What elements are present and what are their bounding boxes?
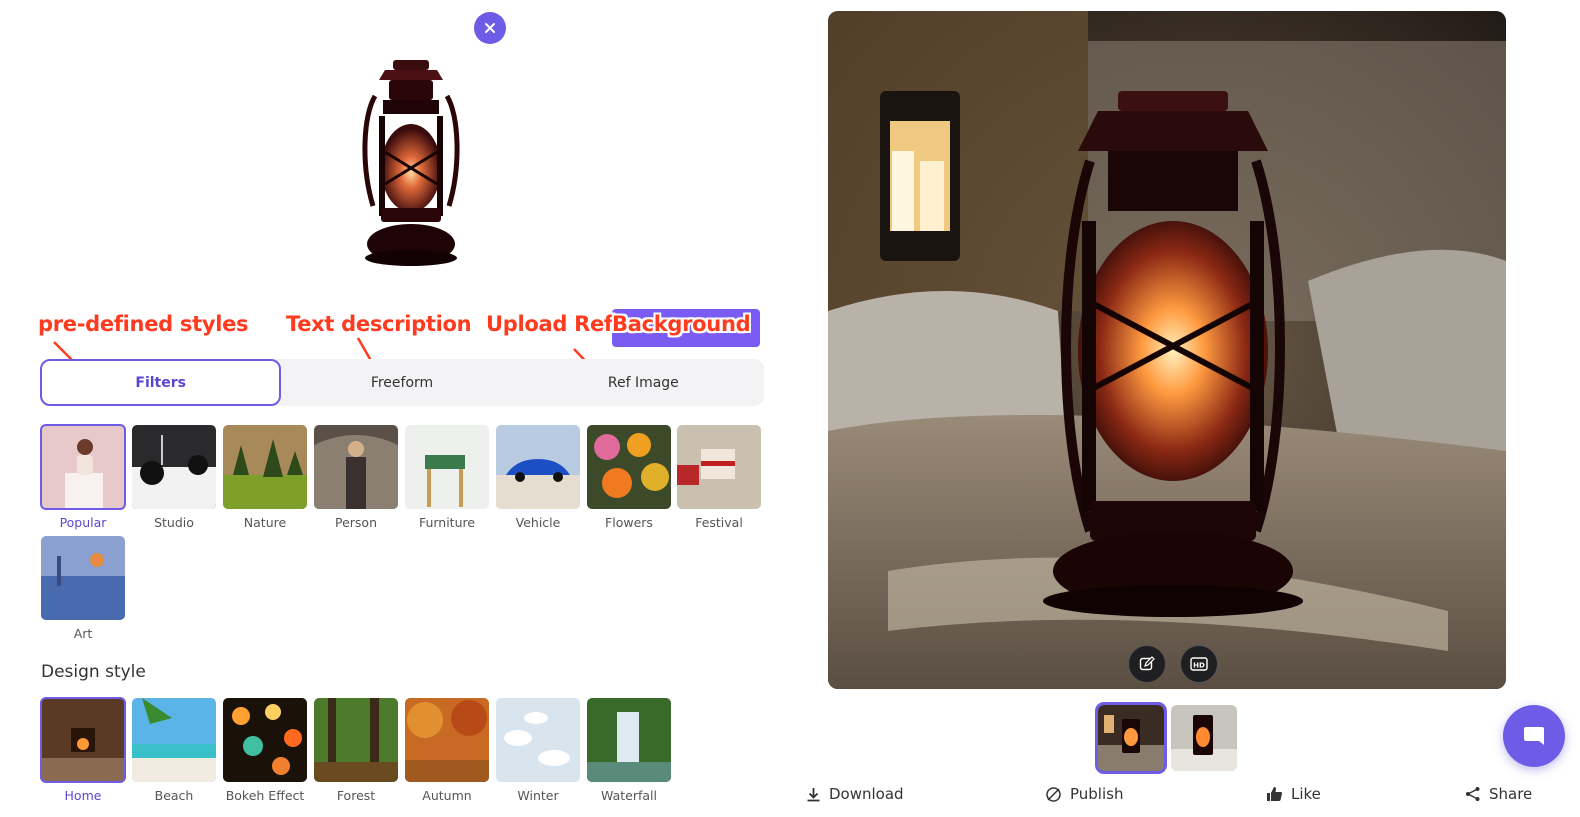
filter-festival-label: Festival: [695, 515, 743, 530]
close-button[interactable]: [474, 12, 506, 44]
filter-studio[interactable]: Studio: [132, 425, 216, 530]
filter-furniture-thumbnail: [405, 425, 489, 509]
chat-button[interactable]: [1503, 705, 1565, 767]
tab-filters[interactable]: Filters: [40, 359, 282, 406]
style-autumn[interactable]: Autumn: [405, 698, 489, 803]
filter-vehicle[interactable]: Vehicle: [496, 425, 580, 530]
style-autumn-thumbnail: [405, 698, 489, 782]
like-label: Like: [1291, 785, 1321, 803]
filter-art-thumbnail: [41, 536, 125, 620]
filter-vehicle-label: Vehicle: [515, 515, 561, 530]
tab-freeform[interactable]: Freeform: [281, 359, 522, 406]
style-winter[interactable]: Winter: [496, 698, 580, 803]
variant-2-image: [1171, 705, 1237, 771]
filter-vehicle-thumbnail: [496, 425, 580, 509]
download-button[interactable]: Download: [806, 785, 904, 803]
share-button[interactable]: Share: [1465, 785, 1532, 803]
filter-flowers-thumbnail: [587, 425, 671, 509]
annotation-upload-ref: Upload Ref: [486, 312, 613, 336]
publish-button[interactable]: Publish: [1045, 785, 1123, 803]
filter-nature-thumbnail: [223, 425, 307, 509]
download-icon: [807, 787, 820, 801]
download-label: Download: [829, 785, 904, 803]
filter-studio-thumbnail: [132, 425, 216, 509]
product-image: [362, 60, 460, 266]
mode-tabs: Filters Freeform Ref Image: [40, 359, 764, 406]
filter-festival[interactable]: Festival: [677, 425, 761, 530]
publish-label: Publish: [1070, 785, 1124, 803]
filter-flowers[interactable]: Flowers: [587, 425, 671, 530]
edit-icon: [1139, 656, 1155, 671]
filter-popular-thumbnail: [40, 424, 126, 510]
filter-person-label: Person: [334, 515, 377, 530]
style-waterfall-label: Waterfall: [601, 788, 657, 803]
style-winter-thumbnail: [496, 698, 580, 782]
variant-1-image: [1098, 705, 1164, 771]
filter-furniture[interactable]: Furniture: [405, 425, 489, 530]
style-home-label: Home: [64, 788, 102, 803]
filter-art[interactable]: Art: [41, 536, 125, 641]
style-forest-label: Forest: [336, 788, 376, 803]
filter-art-label: Art: [73, 626, 93, 641]
share-icon: [1466, 787, 1480, 801]
filter-flowers-label: Flowers: [605, 515, 653, 530]
chat-icon: [1524, 727, 1544, 745]
style-beach-thumbnail: [132, 698, 216, 782]
close-icon: [485, 23, 495, 33]
style-autumn-label: Autumn: [422, 788, 472, 803]
result-preview[interactable]: HD: [828, 11, 1506, 689]
share-label: Share: [1489, 785, 1533, 803]
filter-studio-label: Studio: [154, 515, 194, 530]
style-waterfall[interactable]: Waterfall: [587, 698, 671, 803]
hd-icon: HD: [1190, 657, 1208, 671]
filter-nature[interactable]: Nature: [223, 425, 307, 530]
tab-ref-image[interactable]: Ref Image: [523, 359, 764, 406]
style-bokeh-effect-label: Bokeh Effect: [225, 788, 305, 803]
style-beach-label: Beach: [154, 788, 194, 803]
edit-button[interactable]: [1128, 645, 1166, 683]
svg-text:HD: HD: [1193, 662, 1205, 670]
app-page: pre-defined styles Text description Uplo…: [0, 0, 1580, 817]
style-beach[interactable]: Beach: [132, 698, 216, 803]
style-waterfall-thumbnail: [587, 698, 671, 782]
style-home[interactable]: Home: [40, 697, 126, 803]
thumbs-up-icon: [1267, 787, 1282, 801]
filter-person[interactable]: Person: [314, 425, 398, 530]
annotation-background: Background: [612, 312, 751, 336]
filter-person-thumbnail: [314, 425, 398, 509]
style-winter-label: Winter: [517, 788, 559, 803]
annotation-predefined-styles: pre-defined styles: [38, 312, 249, 336]
filter-popular-label: Popular: [59, 515, 107, 530]
hd-button[interactable]: HD: [1180, 645, 1218, 683]
variant-thumbnail-1[interactable]: [1095, 702, 1167, 774]
style-bokeh-effect[interactable]: Bokeh Effect: [223, 698, 307, 803]
variant-thumbnail-2[interactable]: [1171, 705, 1237, 771]
filter-furniture-label: Furniture: [418, 515, 476, 530]
publish-icon: [1046, 786, 1061, 802]
style-forest[interactable]: Forest: [314, 698, 398, 803]
filter-popular[interactable]: Popular: [40, 424, 126, 530]
style-home-thumbnail: [40, 697, 126, 783]
result-image: [828, 11, 1506, 689]
filter-festival-thumbnail: [677, 425, 761, 509]
filter-nature-label: Nature: [243, 515, 287, 530]
style-forest-thumbnail: [314, 698, 398, 782]
like-button[interactable]: Like: [1266, 785, 1321, 803]
style-bokeh-effect-thumbnail: [223, 698, 307, 782]
design-style-title: Design style: [41, 662, 146, 682]
annotation-text-description: Text description: [286, 312, 472, 336]
